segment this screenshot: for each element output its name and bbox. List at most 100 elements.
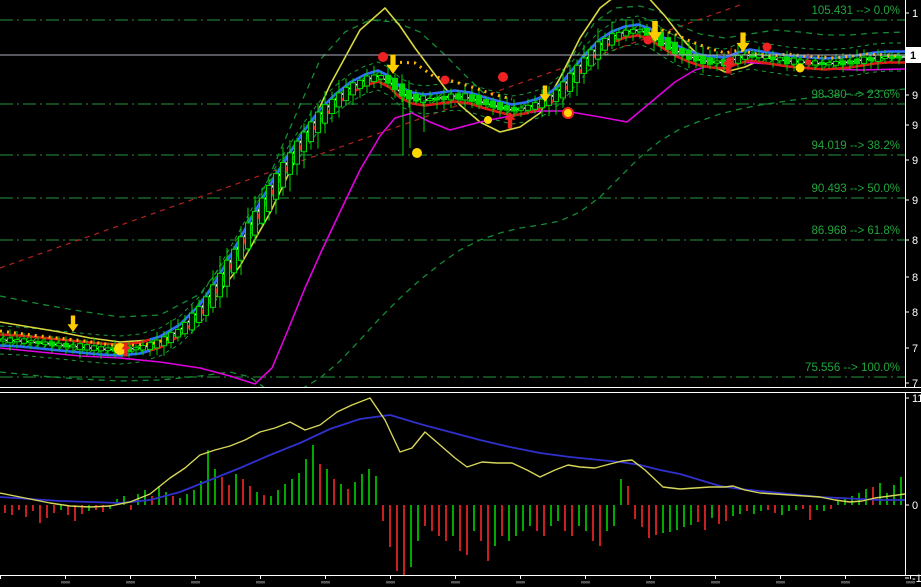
candlestick bbox=[588, 49, 594, 67]
current-price-label: 1 bbox=[910, 50, 916, 62]
histogram-bar bbox=[186, 494, 188, 505]
candlestick bbox=[49, 341, 55, 347]
candlestick bbox=[532, 102, 538, 110]
histogram-bar bbox=[319, 464, 321, 505]
candlestick bbox=[609, 33, 615, 46]
histogram-bar bbox=[193, 490, 195, 505]
indicator-axis-label: 11 bbox=[912, 393, 921, 405]
histogram-bar bbox=[641, 505, 643, 527]
candlestick bbox=[630, 28, 636, 34]
histogram-bar bbox=[179, 498, 181, 505]
candlestick bbox=[273, 173, 279, 200]
histogram-bar bbox=[312, 445, 314, 505]
histogram-bar bbox=[452, 505, 454, 536]
signal-dot bbox=[498, 72, 508, 82]
histogram-bar bbox=[872, 487, 874, 505]
indicator-axis-label: -1 bbox=[912, 573, 921, 585]
chart-canvas[interactable]: 105.431 --> 0.0% 98.380 --> 23.6% 94.019 -… bbox=[0, 0, 921, 587]
current-price-tag: 1 bbox=[906, 47, 921, 63]
histogram-bar bbox=[725, 505, 727, 521]
histogram-bar bbox=[760, 505, 762, 511]
candlestick bbox=[70, 344, 76, 348]
histogram-bar bbox=[620, 479, 622, 505]
price-axis-label: 8 bbox=[912, 235, 918, 247]
histogram-bar bbox=[767, 505, 769, 510]
histogram-bar bbox=[753, 505, 755, 514]
histogram-bar bbox=[788, 505, 790, 511]
histogram-bar bbox=[816, 505, 818, 510]
candlestick bbox=[7, 337, 13, 344]
candlestick bbox=[406, 89, 412, 100]
candlestick bbox=[819, 61, 825, 66]
cropped-time-label bbox=[646, 581, 655, 584]
candlestick bbox=[581, 57, 587, 74]
histogram-bar bbox=[375, 476, 377, 505]
histogram-bar bbox=[25, 505, 27, 517]
histogram-bar bbox=[627, 486, 629, 505]
candlestick bbox=[560, 81, 566, 99]
price-axis-label: 8 bbox=[912, 307, 918, 319]
candlestick bbox=[476, 94, 482, 105]
candlestick bbox=[147, 342, 153, 350]
candlestick bbox=[777, 57, 783, 62]
signal-dot bbox=[440, 75, 450, 85]
candlestick bbox=[553, 89, 559, 103]
histogram-bar bbox=[571, 505, 573, 536]
candlestick bbox=[483, 99, 489, 106]
histogram-bar bbox=[18, 505, 20, 510]
histogram-bar bbox=[165, 492, 167, 505]
candlestick bbox=[427, 98, 433, 102]
candlestick bbox=[154, 339, 160, 349]
histogram-bar bbox=[4, 505, 6, 513]
signal-dot bbox=[412, 148, 422, 158]
histogram-bar bbox=[60, 505, 62, 510]
candlestick bbox=[399, 83, 405, 97]
candlestick bbox=[707, 57, 713, 65]
histogram-bar bbox=[578, 505, 580, 526]
candlestick bbox=[357, 79, 363, 90]
histogram-bar bbox=[53, 505, 55, 513]
histogram-bar bbox=[396, 505, 398, 571]
histogram-bar bbox=[172, 496, 174, 505]
cropped-time-label bbox=[841, 581, 850, 584]
histogram-bar bbox=[690, 505, 692, 525]
candlestick bbox=[63, 343, 69, 348]
histogram-bar bbox=[830, 505, 832, 509]
price-axis-label: 8 bbox=[912, 272, 918, 284]
candlestick bbox=[805, 59, 811, 65]
histogram-bar bbox=[683, 505, 685, 527]
candlestick bbox=[308, 121, 314, 143]
candlestick bbox=[798, 59, 804, 65]
signal-dot bbox=[643, 35, 653, 45]
signal-dot bbox=[762, 42, 772, 52]
histogram-bar bbox=[270, 496, 272, 505]
candlestick bbox=[42, 341, 48, 345]
histogram-bar bbox=[326, 469, 328, 505]
candlestick bbox=[567, 72, 573, 93]
signal-dot bbox=[562, 107, 574, 119]
cropped-time-label bbox=[126, 581, 135, 584]
histogram-bar bbox=[277, 490, 279, 505]
histogram-bar bbox=[88, 505, 90, 511]
candlestick bbox=[140, 344, 146, 351]
candlestick bbox=[679, 47, 685, 56]
price-axis-label: 1 bbox=[912, 8, 918, 20]
candlestick bbox=[574, 64, 580, 84]
candlestick bbox=[497, 102, 503, 110]
histogram-bar bbox=[256, 492, 258, 505]
candlestick bbox=[105, 347, 111, 352]
candlestick bbox=[392, 77, 398, 91]
histogram-bar bbox=[431, 505, 433, 531]
histogram-bar bbox=[228, 485, 230, 505]
candlestick bbox=[455, 93, 461, 100]
histogram-bar bbox=[242, 479, 244, 505]
histogram-bar bbox=[39, 505, 41, 523]
histogram-bar bbox=[347, 489, 349, 505]
candlestick bbox=[315, 111, 321, 134]
cropped-time-label bbox=[711, 581, 720, 584]
fib-level-label: 105.431 --> 0.0% bbox=[811, 5, 900, 17]
candlestick bbox=[259, 197, 265, 224]
histogram-bar bbox=[774, 505, 776, 513]
candlestick bbox=[364, 75, 370, 87]
histogram-bar bbox=[263, 495, 265, 505]
